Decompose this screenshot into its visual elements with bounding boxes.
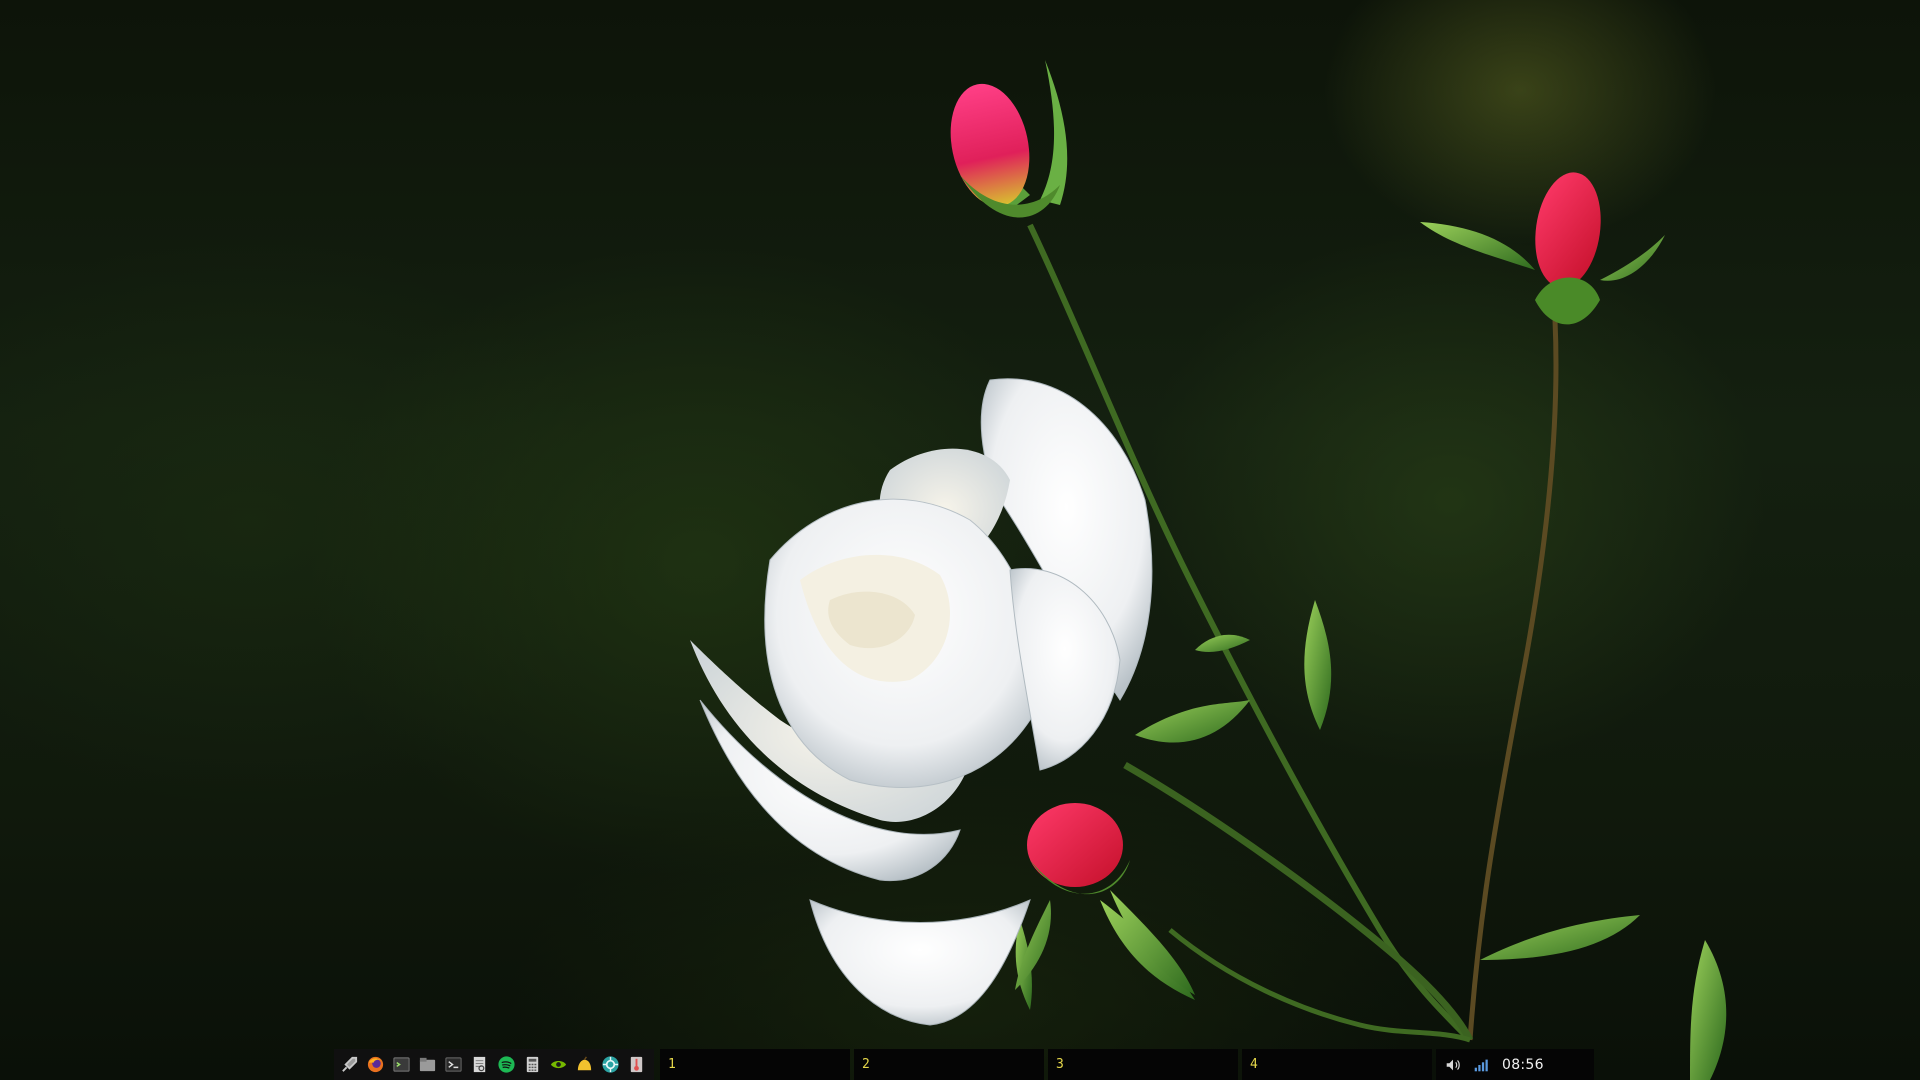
bottom-panel: 1 2 3 4 08:56 [334,1049,1594,1080]
system-tray: 08:56 [1436,1049,1594,1080]
workspace-3[interactable]: 3 [1048,1049,1238,1080]
calculator-icon[interactable] [519,1051,545,1078]
launcher-strip [334,1049,654,1080]
desktop-wallpaper: 1 2 3 4 08:56 [0,0,1920,1080]
nvidia-settings-icon[interactable] [545,1051,571,1078]
workspace-switcher: 1 2 3 4 [660,1049,1432,1080]
workspace-4[interactable]: 4 [1242,1049,1432,1080]
workspace-2[interactable]: 2 [854,1049,1044,1080]
text-editor-icon[interactable] [467,1051,493,1078]
cherrytree-icon[interactable] [572,1051,598,1078]
terminal-alt-icon[interactable] [441,1051,467,1078]
rocket-launcher-icon[interactable] [336,1051,362,1078]
rose-wallpaper-image [690,60,1727,1080]
firefox-icon[interactable] [362,1051,388,1078]
thermometer-icon[interactable] [624,1051,650,1078]
volume-icon[interactable] [1444,1056,1462,1074]
clock[interactable]: 08:56 [1502,1057,1544,1073]
signal-bars-icon[interactable] [1472,1056,1490,1074]
terminal-icon[interactable] [388,1051,414,1078]
workspace-1[interactable]: 1 [660,1049,850,1080]
file-manager-icon[interactable] [415,1051,441,1078]
spotify-icon[interactable] [493,1051,519,1078]
system-monitor-icon[interactable] [598,1051,624,1078]
